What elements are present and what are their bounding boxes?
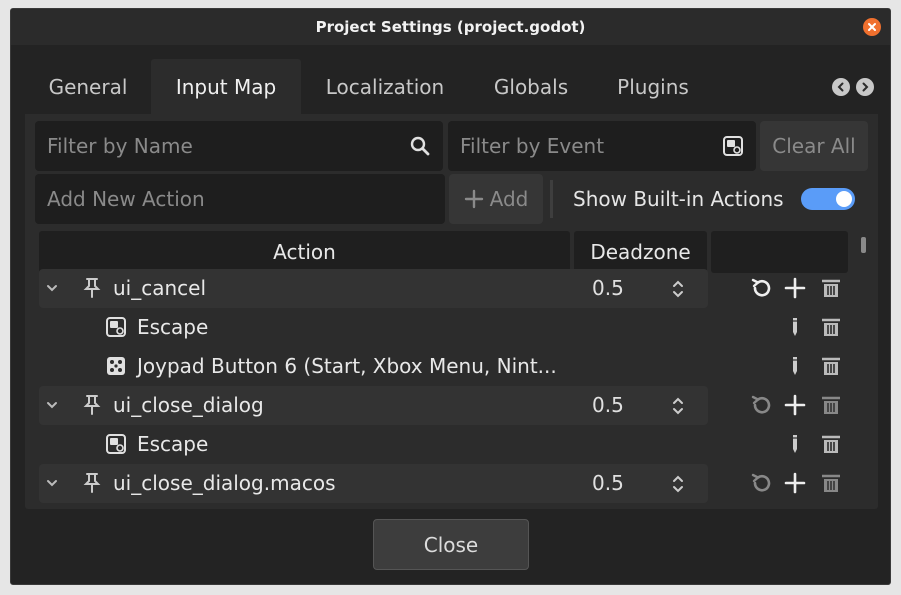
settings-panel: General Input Map Localization Globals P… (25, 59, 878, 509)
revert-icon[interactable] (749, 471, 773, 495)
action-name: ui_close_dialog (113, 393, 264, 417)
action-name: ui_close_dialog.macos (113, 471, 336, 495)
filter-by-name-field[interactable] (35, 121, 443, 171)
trash-icon[interactable] (819, 471, 843, 495)
add-event-icon[interactable] (783, 393, 807, 417)
spinner-arrows-icon[interactable] (671, 278, 685, 300)
pin-icon (83, 395, 101, 415)
scrollbar-thumb[interactable] (861, 237, 866, 253)
event-row[interactable]: Escape (39, 425, 859, 464)
trash-icon[interactable] (819, 276, 843, 300)
chevron-down-icon[interactable] (45, 281, 59, 295)
tab-globals[interactable]: Globals (481, 59, 581, 114)
pin-icon (83, 473, 101, 493)
deadzone-value[interactable]: 0.5 (592, 276, 624, 300)
filter-by-event-field[interactable] (448, 121, 756, 171)
deadzone-value[interactable]: 0.5 (592, 471, 624, 495)
column-header-deadzone[interactable]: Deadzone (574, 231, 707, 273)
add-new-action-field[interactable] (35, 174, 445, 224)
show-builtin-label: Show Built-in Actions (573, 187, 784, 211)
trash-icon[interactable] (819, 432, 843, 456)
event-name: Escape (137, 432, 209, 456)
action-row[interactable]: ui_close_dialog.macos 0.5 (39, 464, 859, 503)
event-row[interactable]: Joypad Button 6 (Start, Xbox Menu, Nint.… (39, 347, 859, 386)
action-tree: ui_cancel 0.5 Escape Joypad Button 6 (St… (39, 269, 859, 509)
spinner-arrows-icon[interactable] (671, 473, 685, 495)
event-row[interactable]: Escape (39, 308, 859, 347)
keyboard-event-icon[interactable] (722, 135, 744, 157)
action-row[interactable]: ui_cancel 0.5 (39, 269, 859, 308)
column-header-action[interactable]: Action (39, 231, 570, 273)
trash-icon[interactable] (819, 393, 843, 417)
chevron-down-icon[interactable] (45, 476, 59, 490)
edit-pencil-icon[interactable] (783, 432, 807, 456)
pin-icon (83, 278, 101, 298)
tab-scroll-right-icon[interactable] (856, 78, 874, 96)
filter-by-name-input[interactable] (35, 121, 443, 171)
tab-bar: General Input Map Localization Globals P… (25, 59, 878, 114)
keyboard-event-icon (106, 434, 126, 454)
column-header-actions (711, 231, 848, 273)
edit-pencil-icon[interactable] (783, 354, 807, 378)
add-new-action-input[interactable] (35, 174, 445, 224)
edit-pencil-icon[interactable] (783, 315, 807, 339)
spinner-arrows-icon[interactable] (671, 395, 685, 417)
revert-icon[interactable] (749, 276, 773, 300)
filter-by-event-input[interactable] (448, 121, 756, 171)
keyboard-event-icon (106, 317, 126, 337)
trash-icon[interactable] (819, 354, 843, 378)
search-icon (410, 136, 430, 156)
tab-scroll-left-icon[interactable] (832, 78, 850, 96)
tab-input-map[interactable]: Input Map (151, 59, 301, 114)
chevron-down-icon[interactable] (45, 398, 59, 412)
tab-general[interactable]: General (25, 59, 151, 114)
action-row[interactable]: ui_close_dialog 0.5 (39, 386, 859, 425)
plus-icon (464, 189, 483, 209)
tab-localization[interactable]: Localization (313, 59, 457, 114)
event-name: Joypad Button 6 (Start, Xbox Menu, Nint.… (137, 354, 557, 378)
add-event-icon[interactable] (783, 471, 807, 495)
window-close-icon[interactable] (863, 18, 881, 36)
action-name: ui_cancel (113, 276, 207, 300)
deadzone-value[interactable]: 0.5 (592, 393, 624, 417)
trash-icon[interactable] (819, 315, 843, 339)
add-button[interactable]: Add (449, 174, 543, 224)
add-event-icon[interactable] (783, 276, 807, 300)
event-name: Escape (137, 315, 209, 339)
close-button[interactable]: Close (373, 519, 529, 570)
window-title: Project Settings (project.godot) (315, 18, 586, 36)
toggle-knob (836, 191, 852, 207)
title-bar: Project Settings (project.godot) (11, 9, 890, 45)
joypad-button-icon (107, 357, 125, 375)
revert-icon[interactable] (749, 393, 773, 417)
clear-all-button[interactable]: Clear All (760, 121, 868, 171)
tab-plugins[interactable]: Plugins (605, 59, 701, 114)
project-settings-window: Project Settings (project.godot) General… (10, 8, 891, 585)
show-builtin-toggle[interactable] (801, 188, 855, 210)
separator (550, 180, 553, 218)
